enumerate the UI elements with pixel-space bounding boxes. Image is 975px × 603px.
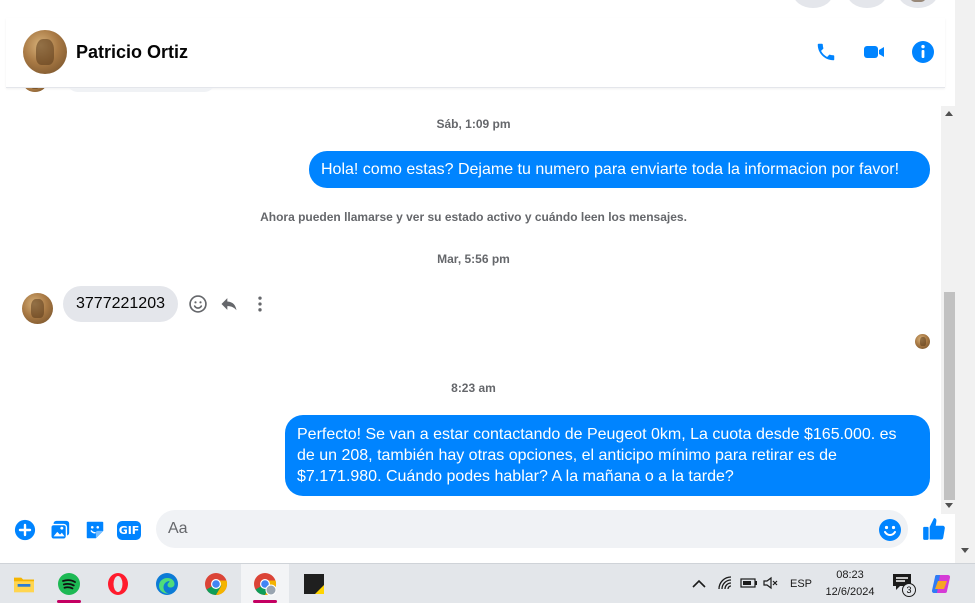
composer: GIF Aa	[6, 508, 945, 553]
scroll-down-arrow[interactable]	[945, 503, 953, 508]
previous-avatar	[24, 88, 46, 92]
timestamp: Mar, 5:56 pm	[437, 252, 510, 266]
message-input-placeholder: Aa	[168, 520, 188, 537]
more-options-icon[interactable]	[250, 294, 270, 314]
timestamp: 8:23 am	[451, 381, 496, 395]
gif-icon[interactable]: GIF	[116, 518, 142, 542]
file-explorer-icon[interactable]	[0, 564, 48, 603]
outgoing-message[interactable]: Perfecto! Se van a estar contactando de …	[285, 415, 930, 496]
clock[interactable]: 08:23 12/6/2024	[818, 567, 882, 601]
sticker-icon[interactable]	[83, 518, 107, 542]
system-notice: Ahora pueden llamarse y ver su estado ac…	[260, 210, 687, 224]
info-icon[interactable]	[911, 40, 935, 64]
opera-icon[interactable]	[94, 564, 142, 603]
taskbar: ESP 08:23 12/6/2024 3	[0, 563, 975, 603]
top-circle-button[interactable]	[793, 0, 833, 8]
clock-date: 12/6/2024	[825, 586, 875, 598]
scroll-thumb[interactable]	[944, 292, 955, 500]
photo-icon[interactable]	[48, 518, 72, 542]
profile-avatar[interactable]	[898, 0, 938, 8]
notification-count: 3	[902, 583, 916, 597]
contact-avatar-small[interactable]	[22, 293, 53, 324]
react-emoji-icon[interactable]	[188, 294, 208, 314]
top-circle-button[interactable]	[847, 0, 887, 8]
copilot-icon[interactable]	[930, 572, 954, 596]
page-scrollbar[interactable]	[955, 0, 975, 563]
message-list: Sáb, 1:09 pm Hola! como estas? Dejame tu…	[6, 88, 941, 498]
reply-icon[interactable]	[219, 294, 239, 314]
sticky-notes-icon[interactable]	[290, 564, 338, 603]
volume-muted-icon[interactable]	[760, 576, 782, 593]
previous-message-bubble	[66, 88, 216, 92]
system-tray: ESP	[690, 564, 812, 603]
contact-avatar[interactable]	[23, 30, 67, 74]
chat-header: Patricio Ortiz	[6, 18, 945, 88]
edge-icon[interactable]	[143, 564, 191, 603]
notifications-icon[interactable]: 3	[892, 573, 918, 599]
chrome-profile-icon[interactable]	[241, 564, 289, 603]
outgoing-message[interactable]: Hola! como estas? Dejame tu numero para …	[309, 151, 930, 188]
top-strip	[0, 0, 975, 18]
timestamp: Sáb, 1:09 pm	[436, 117, 511, 131]
emoji-icon[interactable]	[878, 518, 902, 542]
chat-window: Patricio Ortiz Sáb, 1:09 pm Hola! como e…	[6, 18, 958, 563]
incoming-message[interactable]: 3777221203	[63, 286, 178, 322]
message-input[interactable]: Aa	[156, 510, 908, 548]
battery-icon[interactable]	[738, 577, 760, 592]
scroll-up-arrow[interactable]	[945, 111, 953, 116]
wifi-icon[interactable]	[714, 575, 738, 593]
page-scroll-down-arrow[interactable]	[961, 548, 969, 553]
chrome-icon[interactable]	[192, 564, 240, 603]
gif-label: GIF	[116, 520, 142, 540]
chevron-up-icon[interactable]	[690, 576, 708, 592]
video-call-icon[interactable]	[862, 40, 886, 64]
language-indicator[interactable]: ESP	[790, 578, 812, 590]
phone-icon[interactable]	[814, 40, 838, 64]
seen-avatar	[915, 334, 930, 349]
clock-time: 08:23	[836, 569, 864, 581]
add-icon[interactable]	[13, 518, 37, 542]
contact-name[interactable]: Patricio Ortiz	[76, 42, 188, 63]
spotify-icon[interactable]	[45, 564, 93, 603]
like-icon[interactable]	[921, 516, 947, 542]
